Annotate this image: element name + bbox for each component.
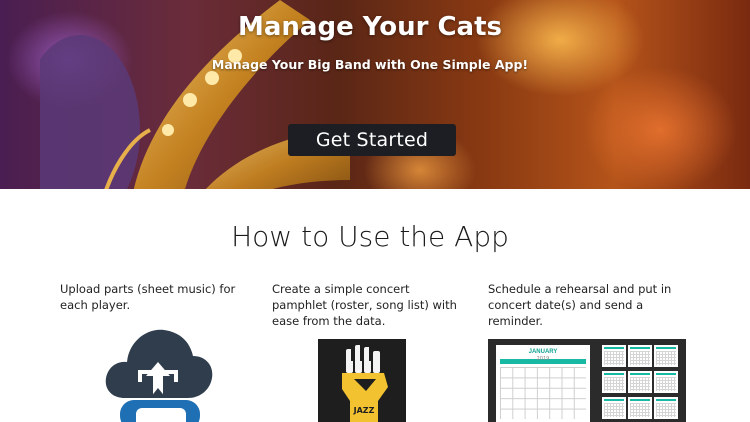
cloud-upload-icon <box>100 320 216 422</box>
mini-calendar <box>654 371 678 393</box>
calendar-image: JANUARY 2019 <box>488 339 686 422</box>
hero-subtitle: Manage Your Big Band with One Simple App… <box>211 57 529 72</box>
calendar-main: JANUARY 2019 <box>496 345 590 422</box>
mini-calendar <box>602 397 626 419</box>
step-pamphlet-text: Create a simple concert pamphlet (roster… <box>272 282 457 328</box>
step-schedule-text: Schedule a rehearsal and put in concert … <box>488 282 672 328</box>
mini-calendar <box>654 345 678 367</box>
get-started-button[interactable]: Get Started <box>288 124 456 156</box>
jazz-fist-icon: JAZZ <box>318 339 406 422</box>
mini-calendar <box>602 345 626 367</box>
mini-calendar <box>654 397 678 419</box>
hero-banner: Manage Your Cats Manage Your Big Band wi… <box>0 0 750 189</box>
mini-calendar <box>628 397 652 419</box>
calendar-year: 2019 <box>536 356 550 362</box>
calendar-grid <box>500 367 586 419</box>
mini-calendar <box>628 371 652 393</box>
section-title: How to Use the App <box>231 220 509 253</box>
poster-label: JAZZ <box>353 406 375 415</box>
step-upload-text: Upload parts (sheet music) for each play… <box>60 282 236 312</box>
hero-title: Manage Your Cats <box>238 12 502 42</box>
mini-calendar <box>602 371 626 393</box>
mini-calendar <box>628 345 652 367</box>
